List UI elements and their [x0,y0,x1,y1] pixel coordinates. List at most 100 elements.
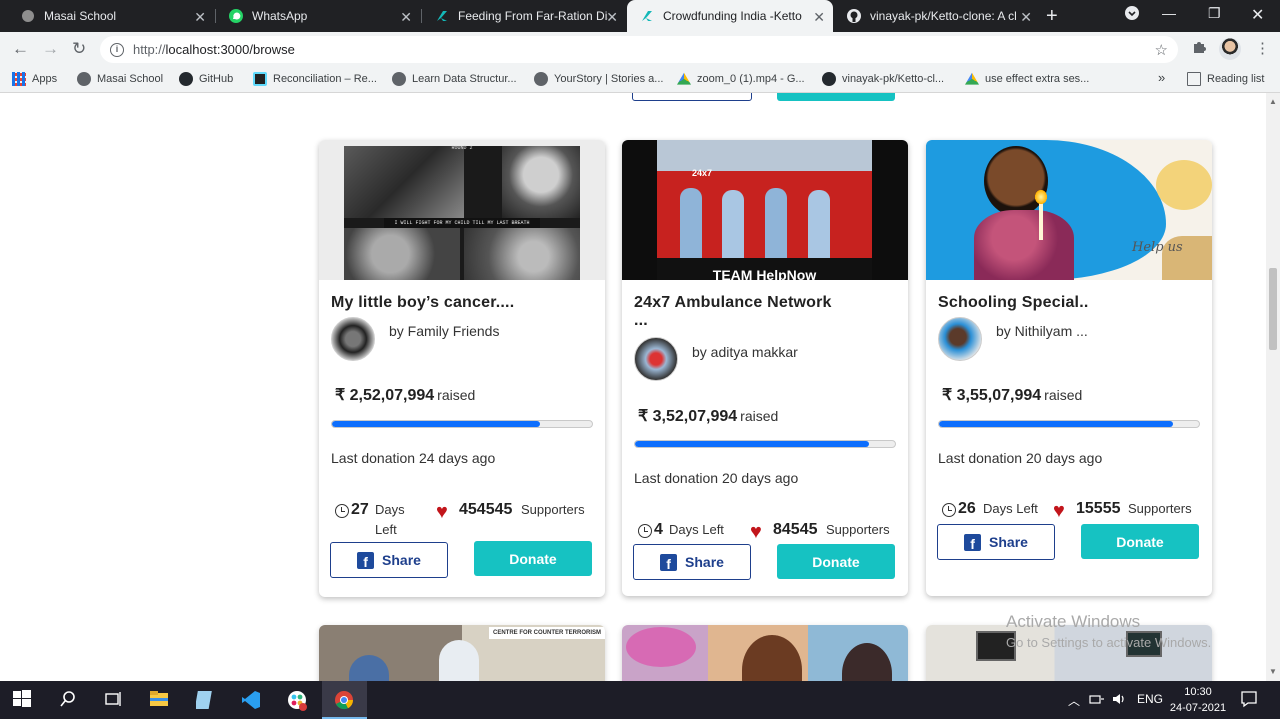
bookmark-ketto-clone-repo[interactable]: vinayak-pk/Ketto-cl... [822,72,944,86]
bookmark-label: use effect extra ses... [985,73,1090,85]
search-icon[interactable] [59,690,79,710]
heart-icon: ♥ [750,521,762,543]
tab-title: vinayak-pk/Ketto-clone: A cl [870,9,1017,23]
clock-icon [335,504,349,518]
facebook-icon: f [964,533,982,551]
bookmark-zoom-video[interactable]: zoom_0 (1).mp4 - G... [677,72,805,86]
facebook-icon: f [660,553,678,571]
tab-feeding-from-far[interactable]: Feeding From Far-Ration Dist ✕ [422,0,626,32]
globe-icon [392,72,406,86]
campaign-card[interactable]: ROUND 2 I WILL FIGHT FOR MY CHILD TILL M… [319,140,605,597]
supporters-label: Supporters [826,522,890,537]
clock-time: 10:30 [1184,686,1212,698]
organizer-avatar [331,317,375,361]
share-button[interactable]: f Share [330,542,448,578]
previous-share-button[interactable] [632,93,752,101]
currency-symbol: ₹ [335,387,346,404]
close-icon[interactable]: ✕ [1020,9,1032,26]
tab-crowdfunding-ketto[interactable]: Crowdfunding India -Ketto ✕ [627,0,833,32]
chrome-taskbar-button[interactable] [322,681,367,719]
reload-icon[interactable]: ↻ [72,39,86,59]
tab-github-ketto-clone[interactable]: vinayak-pk/Ketto-clone: A cl ✕ [834,0,1040,32]
google-drive-icon [677,72,691,85]
network-icon[interactable] [1089,692,1105,709]
url-host: localhost:3000/browse [165,42,295,57]
bookmark-label: Masai School [97,73,164,85]
ketto-leaf-icon [434,8,450,24]
windows-start-icon[interactable] [13,690,33,710]
page-scrollbar[interactable]: ▲ ▼ [1266,93,1280,681]
image-caption: I WILL FIGHT FOR MY CHILD TILL MY LAST B… [384,218,540,228]
amount-raised: ₹ 3,55,07,994 raised [942,385,1082,405]
previous-donate-button[interactable] [777,93,895,101]
donate-button[interactable]: Donate [474,541,592,576]
days-left-label: Days [375,502,405,517]
donate-button[interactable]: Donate [1081,524,1199,559]
donate-button[interactable]: Donate [777,544,895,579]
share-button[interactable]: f Share [937,524,1055,560]
campaign-title: 24x7 Ambulance Network [634,294,832,311]
scrollbar-thumb[interactable] [1269,268,1277,350]
share-label: Share [382,552,421,568]
notepad-icon[interactable] [194,690,216,710]
close-icon[interactable]: ✕ [606,9,618,26]
bookmark-label: zoom_0 (1).mp4 - G... [697,73,805,85]
extensions-puzzle-icon[interactable] [1191,39,1207,59]
close-icon[interactable]: ✕ [194,9,206,26]
bookmark-github[interactable]: GitHub [179,72,233,86]
window-close-icon[interactable]: ✕ [1251,5,1264,25]
ketto-leaf-icon [639,8,655,24]
scroll-up-arrow-icon[interactable]: ▲ [1269,97,1277,106]
bookmark-reconciliation[interactable]: Reconciliation – Re... [253,72,377,86]
reading-list-label: Reading list [1207,73,1265,85]
bookmark-learn-data-structures[interactable]: Learn Data Structur... [392,72,517,86]
scroll-down-arrow-icon[interactable]: ▼ [1269,667,1277,676]
site-info-icon[interactable]: i [110,42,124,57]
language-indicator[interactable]: ENG [1137,692,1163,706]
minimize-icon[interactable]: — [1162,5,1176,21]
more-bookmarks-button[interactable]: » [1158,70,1165,85]
campaign-card[interactable]: Help us Schooling Special.. by Nithilyam… [926,140,1212,596]
chrome-icon [334,690,354,710]
close-icon[interactable]: ✕ [400,9,412,26]
tab-masai-school[interactable]: Masai School ✕ [8,0,214,32]
menu-kebab-icon[interactable]: ⋮ [1255,39,1270,57]
reading-list-button[interactable]: Reading list [1187,72,1264,86]
forward-icon[interactable]: → [42,39,59,59]
last-donation-text: Last donation 20 days ago [938,450,1103,466]
days-left-label: Days Left [669,522,724,537]
file-explorer-icon[interactable] [149,690,169,710]
notifications-icon[interactable] [1240,690,1258,711]
supporters-count: 84545 [773,521,818,538]
currency-symbol: ₹ [638,408,649,425]
tab-search-icon[interactable] [1124,5,1140,24]
bookmark-star-icon[interactable]: ☆ [1155,41,1168,59]
campaign-card-image-partial[interactable]: CENTRE FOR COUNTER TERRORISM [319,625,605,681]
days-left-number: 27 [351,501,369,518]
last-donation-text: Last donation 24 days ago [331,450,496,466]
profile-avatar[interactable] [1219,38,1241,60]
system-clock[interactable]: 10:30 24-07-2021 [1168,684,1228,716]
bookmark-masai-school[interactable]: Masai School [77,72,163,86]
close-icon[interactable]: ✕ [813,9,825,26]
campaign-image: 24x7 TEAM HelpNow [622,140,908,282]
volume-icon[interactable] [1112,692,1128,709]
bookmark-use-effect[interactable]: use effect extra ses... [965,72,1089,86]
maximize-icon[interactable]: ❐ [1208,5,1221,22]
back-icon[interactable]: ← [12,39,29,59]
bookmark-yourstory[interactable]: YourStory | Stories a... [534,72,663,86]
windows-taskbar: ︿ ENG 10:30 24-07-2021 [0,681,1280,719]
task-view-icon[interactable] [104,690,124,710]
bookmark-apps[interactable]: Apps [12,72,57,86]
facebook-icon: f [357,551,375,569]
new-tab-button[interactable]: + [1046,5,1058,28]
vscode-icon[interactable] [241,690,261,710]
slack-icon[interactable] [287,690,307,711]
share-button[interactable]: f Share [633,544,751,580]
campaign-card[interactable]: 24x7 TEAM HelpNow 24x7 Ambulance Network… [622,140,908,596]
bookmark-label: vinayak-pk/Ketto-cl... [842,73,945,85]
tab-whatsapp[interactable]: WhatsApp ✕ [216,0,420,32]
address-bar[interactable]: i http://localhost:3000/browse ☆ [100,36,1178,63]
campaign-card-image-partial[interactable] [622,625,908,681]
tray-chevron-icon[interactable]: ︿ [1068,692,1080,709]
